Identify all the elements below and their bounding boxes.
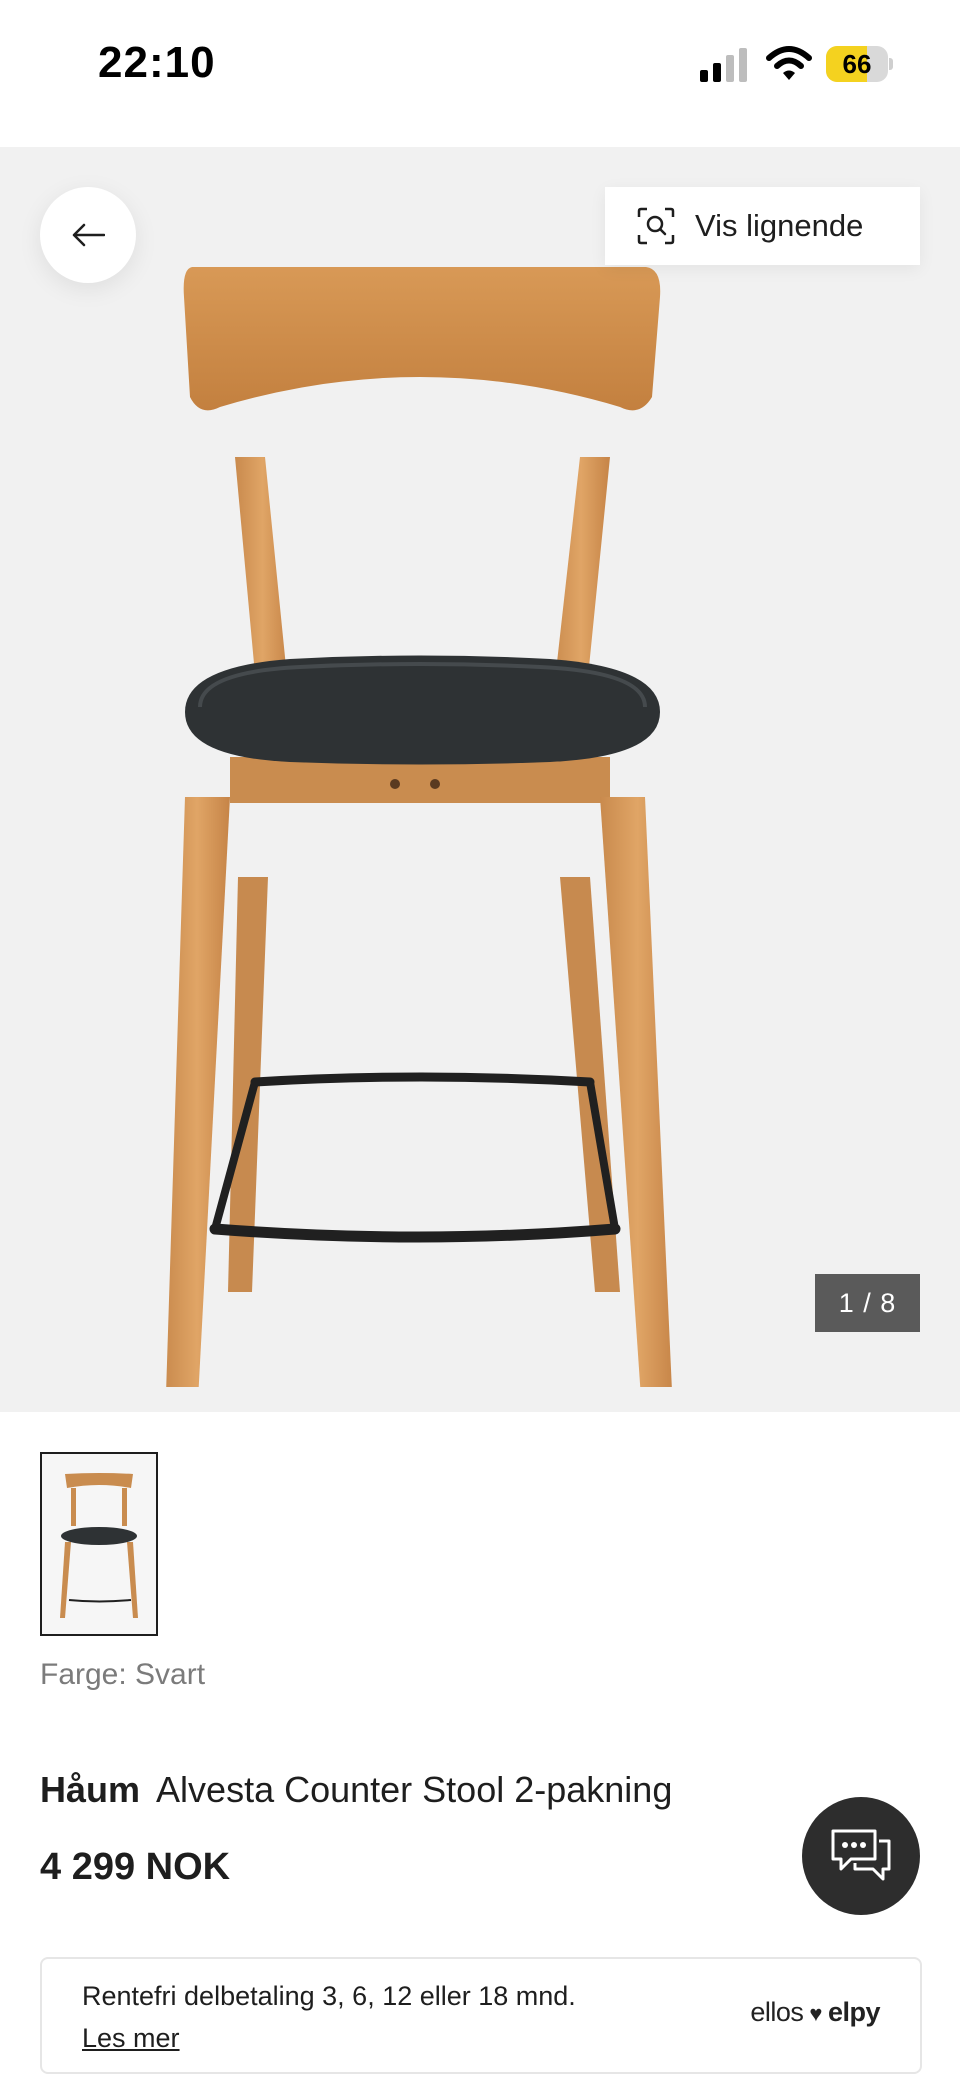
status-bar: 22:10 66 bbox=[0, 0, 960, 140]
signal-icon bbox=[700, 48, 747, 82]
product-image bbox=[166, 267, 672, 1387]
chat-icon bbox=[831, 1829, 891, 1881]
chat-button[interactable] bbox=[802, 1797, 920, 1915]
product-image-gallery[interactable]: Vis lignende 1 / 8 bbox=[0, 147, 960, 1412]
wifi-icon bbox=[766, 46, 812, 80]
status-time: 22:10 bbox=[98, 38, 216, 87]
show-similar-label: Vis lignende bbox=[695, 208, 864, 243]
battery-icon: 66 bbox=[826, 46, 894, 82]
image-counter: 1 / 8 bbox=[815, 1274, 920, 1332]
battery-percent: 66 bbox=[842, 49, 872, 79]
ellos-elpy-logo: ellos ♥ elpy bbox=[750, 1997, 880, 2027]
visual-search-icon bbox=[637, 207, 675, 245]
back-button[interactable] bbox=[40, 187, 136, 283]
product-price: 4 299 NOK bbox=[40, 1846, 231, 1888]
thumbnail-image bbox=[60, 1473, 138, 1618]
installment-text: Rentefri delbetaling 3, 6, 12 eller 18 m… bbox=[82, 1981, 576, 2011]
color-label: Farge: Svart bbox=[40, 1658, 206, 1691]
product-name: Alvesta Counter Stool 2-pakning bbox=[156, 1769, 673, 1810]
show-similar-button[interactable]: Vis lignende bbox=[605, 187, 920, 265]
back-arrow-icon bbox=[72, 223, 105, 247]
product-title: Håum Alvesta Counter Stool 2-pakning bbox=[40, 1769, 672, 1811]
read-more-link[interactable]: Les mer bbox=[82, 2023, 180, 2054]
product-brand[interactable]: Håum bbox=[40, 1769, 140, 1810]
installment-info-box: Rentefri delbetaling 3, 6, 12 eller 18 m… bbox=[40, 1957, 922, 2074]
product-thumbnail[interactable] bbox=[40, 1452, 158, 1636]
